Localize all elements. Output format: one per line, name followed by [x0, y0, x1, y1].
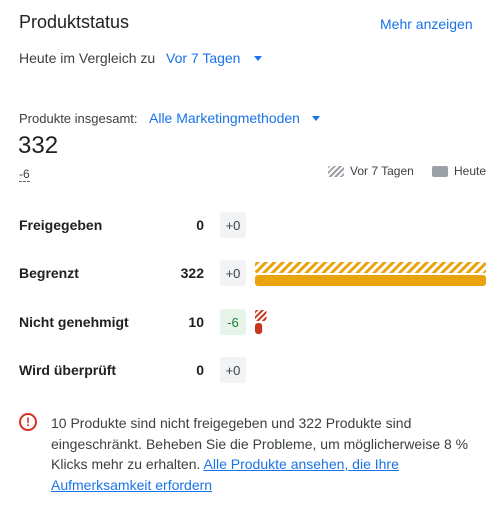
alert-icon: ! — [19, 413, 37, 431]
notice-text-block: 10 Produkte sind nicht freigegeben und 3… — [51, 413, 491, 495]
bar-current-disapproved — [255, 323, 263, 334]
bar-previous-limited — [255, 262, 486, 273]
bar-previous-disapproved — [255, 310, 267, 321]
bar-current-limited — [255, 275, 486, 286]
